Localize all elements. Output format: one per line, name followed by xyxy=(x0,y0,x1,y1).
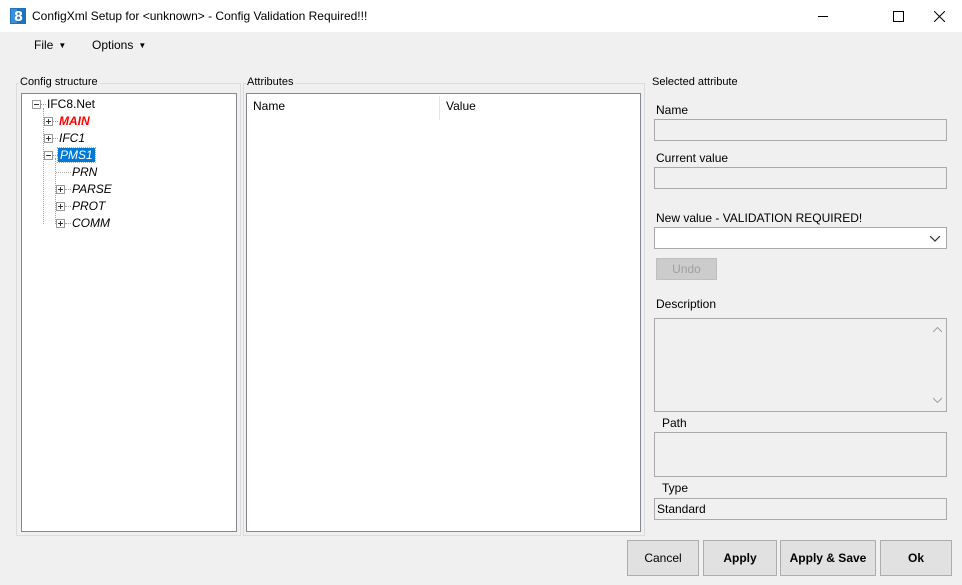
menu-options[interactable]: Options ▼ xyxy=(92,38,146,52)
expand-icon xyxy=(56,185,65,194)
path-label: Path xyxy=(662,416,687,430)
cancel-button[interactable]: Cancel xyxy=(627,540,699,576)
tree-node-label: PRN xyxy=(72,165,98,179)
tree-node-label: COMM xyxy=(72,216,110,230)
tree-node-label-selected: PMS1 xyxy=(57,147,96,163)
menu-options-label: Options xyxy=(92,38,134,52)
tree-node-ifc8net[interactable]: IFC8.Net xyxy=(22,96,232,112)
tree-node-label: MAIN xyxy=(59,114,90,128)
description-label: Description xyxy=(656,297,717,311)
expand-icon xyxy=(44,134,53,143)
expand-icon xyxy=(44,117,53,126)
chevron-down-icon: ▼ xyxy=(58,41,67,50)
apply-button[interactable]: Apply xyxy=(703,540,777,576)
column-header-value[interactable]: Value xyxy=(440,94,636,122)
tree-node-comm[interactable]: COMM xyxy=(22,215,232,231)
close-button[interactable] xyxy=(916,0,962,32)
selected-attribute-title: Selected attribute xyxy=(651,76,740,88)
tree-node-pms1[interactable]: PMS1 xyxy=(22,147,232,163)
type-field[interactable]: Standard xyxy=(654,498,947,520)
expand-icon xyxy=(56,219,65,228)
scroll-up-icon[interactable] xyxy=(933,327,942,333)
tree-node-label: PARSE xyxy=(72,182,112,196)
attributes-title: Attributes xyxy=(246,76,296,88)
collapse-icon xyxy=(44,151,53,160)
apply-save-button[interactable]: Apply & Save xyxy=(780,540,876,576)
minimize-icon xyxy=(818,15,828,17)
tree-node-prot[interactable]: PROT xyxy=(22,198,232,214)
close-icon xyxy=(933,10,945,22)
type-value: Standard xyxy=(657,502,706,516)
menu-file-label: File xyxy=(34,38,54,52)
maximize-button[interactable] xyxy=(875,0,921,32)
tree-node-label: IFC1 xyxy=(59,131,86,145)
svg-text:8: 8 xyxy=(14,10,23,24)
new-value-combo[interactable] xyxy=(654,227,947,249)
column-header-name[interactable]: Name xyxy=(247,94,439,122)
tree-node-label: IFC8.Net xyxy=(47,97,96,111)
chevron-down-icon xyxy=(930,236,940,242)
scroll-down-icon[interactable] xyxy=(933,397,942,403)
current-value-label: Current value xyxy=(656,151,729,165)
tree-node-ifc1[interactable]: IFC1 xyxy=(22,130,232,146)
tree-node-main[interactable]: MAIN xyxy=(22,113,232,129)
name-label: Name xyxy=(656,103,689,117)
minimize-button[interactable] xyxy=(800,0,846,32)
ok-button[interactable]: Ok xyxy=(880,540,952,576)
config-tree[interactable]: IFC8.Net MAIN IFC1 PMS1 PRN PARSE PROT C… xyxy=(21,93,237,532)
collapse-icon xyxy=(32,100,41,109)
expand-icon xyxy=(56,202,65,211)
path-field[interactable] xyxy=(654,432,947,477)
attributes-list[interactable]: Name Value xyxy=(246,93,641,532)
config-structure-title: Config structure xyxy=(19,76,100,88)
current-value-field[interactable] xyxy=(654,167,947,189)
undo-button[interactable]: Undo xyxy=(656,258,717,280)
name-field[interactable] xyxy=(654,119,947,141)
tree-node-parse[interactable]: PARSE xyxy=(22,181,232,197)
tree-node-label: PROT xyxy=(72,199,106,213)
type-label: Type xyxy=(662,481,689,495)
menu-file[interactable]: File ▼ xyxy=(34,38,66,52)
window-title: ConfigXml Setup for <unknown> - Config V… xyxy=(32,9,368,23)
new-value-label: New value - VALIDATION REQUIRED! xyxy=(656,211,863,225)
app-icon: 8 xyxy=(10,8,26,25)
chevron-down-icon: ▼ xyxy=(138,41,147,50)
description-field[interactable] xyxy=(654,318,947,412)
tree-node-prn[interactable]: PRN xyxy=(22,164,232,180)
maximize-icon xyxy=(892,10,904,22)
